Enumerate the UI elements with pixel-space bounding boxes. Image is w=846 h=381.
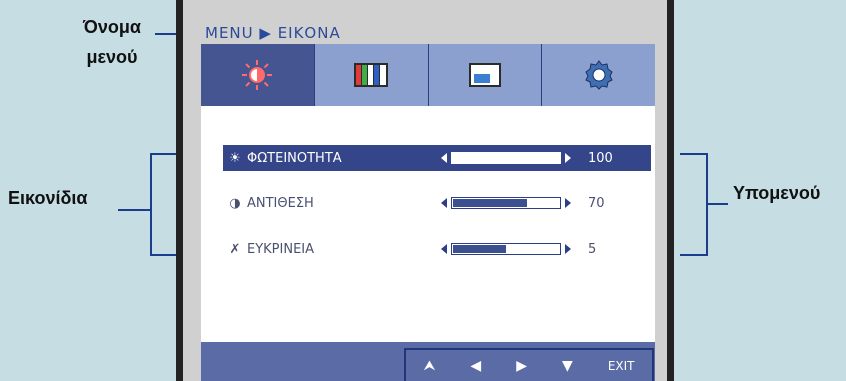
osd-panel: MENU ▶ ΕΙΚΟΝΑ ☀ ΦΩΤΕΙΝΟΤΗΤΑ 100 ◑ ΑΝΤΙΘΕ… <box>183 0 667 381</box>
sharpness-icon: ✗ <box>229 241 241 257</box>
icons-bracket-top <box>150 153 177 155</box>
menu-name-connector <box>155 33 177 35</box>
tab-color[interactable] <box>315 44 429 106</box>
sun-icon: ☀ <box>229 150 241 166</box>
icons-bracket-v <box>150 153 152 256</box>
contrast-icon: ◑ <box>229 195 241 211</box>
up-arrow-icon[interactable]: ⮝ <box>424 358 436 374</box>
increase-arrow-icon[interactable] <box>565 198 571 208</box>
sharpness-value: 5 <box>588 241 597 257</box>
decrease-arrow-icon[interactable] <box>441 153 447 163</box>
submenu-item-label: ΕΥΚΡΙΝΕΙΑ <box>247 241 315 257</box>
contrast-slider[interactable] <box>441 197 571 209</box>
submenu-item-contrast[interactable]: ◑ ΑΝΤΙΘΕΣΗ 70 <box>223 190 651 216</box>
menu-name-callout: Όνομα μενού <box>66 12 158 72</box>
submenu-item-label: ΑΝΤΙΘΕΣΗ <box>247 195 314 211</box>
submenu-bracket-top <box>680 153 708 155</box>
osd-submenu-panel: ☀ ΦΩΤΕΙΝΟΤΗΤΑ 100 ◑ ΑΝΤΙΘΕΣΗ 70 ✗ ΕΥΚΡΙΝ… <box>201 106 655 342</box>
monitor-frame-right <box>667 0 674 381</box>
down-arrow-icon[interactable]: ▼ <box>562 358 573 374</box>
color-bars-icon <box>354 63 389 87</box>
menu-name-callout-line2: μενού <box>86 47 138 67</box>
exit-button[interactable]: EXIT <box>608 359 635 373</box>
increase-arrow-icon[interactable] <box>565 244 571 254</box>
tab-display[interactable] <box>429 44 543 106</box>
submenu-callout: Υπομενού <box>733 183 821 203</box>
brightness-value: 100 <box>588 150 613 166</box>
osd-menu-title: MENU ▶ ΕΙΚΟΝΑ <box>205 24 341 42</box>
contrast-value: 70 <box>588 195 605 211</box>
brightness-slider[interactable] <box>441 152 571 164</box>
right-arrow-icon[interactable]: ▶ <box>516 358 527 374</box>
submenu-bracket-v <box>706 153 708 256</box>
osd-tab-bar <box>201 44 655 106</box>
menu-name-callout-line1: Όνομα <box>83 17 141 37</box>
tab-picture[interactable] <box>201 44 315 106</box>
osd-bottom-bar: ⮝ ◀ ▶ ▼ EXIT <box>201 342 655 381</box>
submenu-item-brightness[interactable]: ☀ ΦΩΤΕΙΝΟΤΗΤΑ 100 <box>223 145 651 171</box>
icons-bracket-bottom <box>150 254 177 256</box>
icons-callout: Εικονίδια <box>8 188 88 208</box>
submenu-item-label: ΦΩΤΕΙΝΟΤΗΤΑ <box>247 150 342 166</box>
submenu-connector-h <box>706 203 728 205</box>
osd-nav-buttons: ⮝ ◀ ▶ ▼ EXIT <box>404 348 654 381</box>
monitor-icon <box>468 63 501 87</box>
monitor-frame-left <box>176 0 183 381</box>
submenu-bracket-bottom <box>680 254 708 256</box>
gear-icon <box>584 60 613 90</box>
decrease-arrow-icon[interactable] <box>441 244 447 254</box>
submenu-item-sharpness[interactable]: ✗ ΕΥΚΡΙΝΕΙΑ 5 <box>223 236 651 262</box>
decrease-arrow-icon[interactable] <box>441 198 447 208</box>
increase-arrow-icon[interactable] <box>565 153 571 163</box>
icons-connector-h <box>118 209 150 211</box>
left-arrow-icon[interactable]: ◀ <box>470 358 481 374</box>
brightness-icon <box>242 60 273 90</box>
sharpness-slider[interactable] <box>441 243 571 255</box>
tab-setup[interactable] <box>542 44 655 106</box>
